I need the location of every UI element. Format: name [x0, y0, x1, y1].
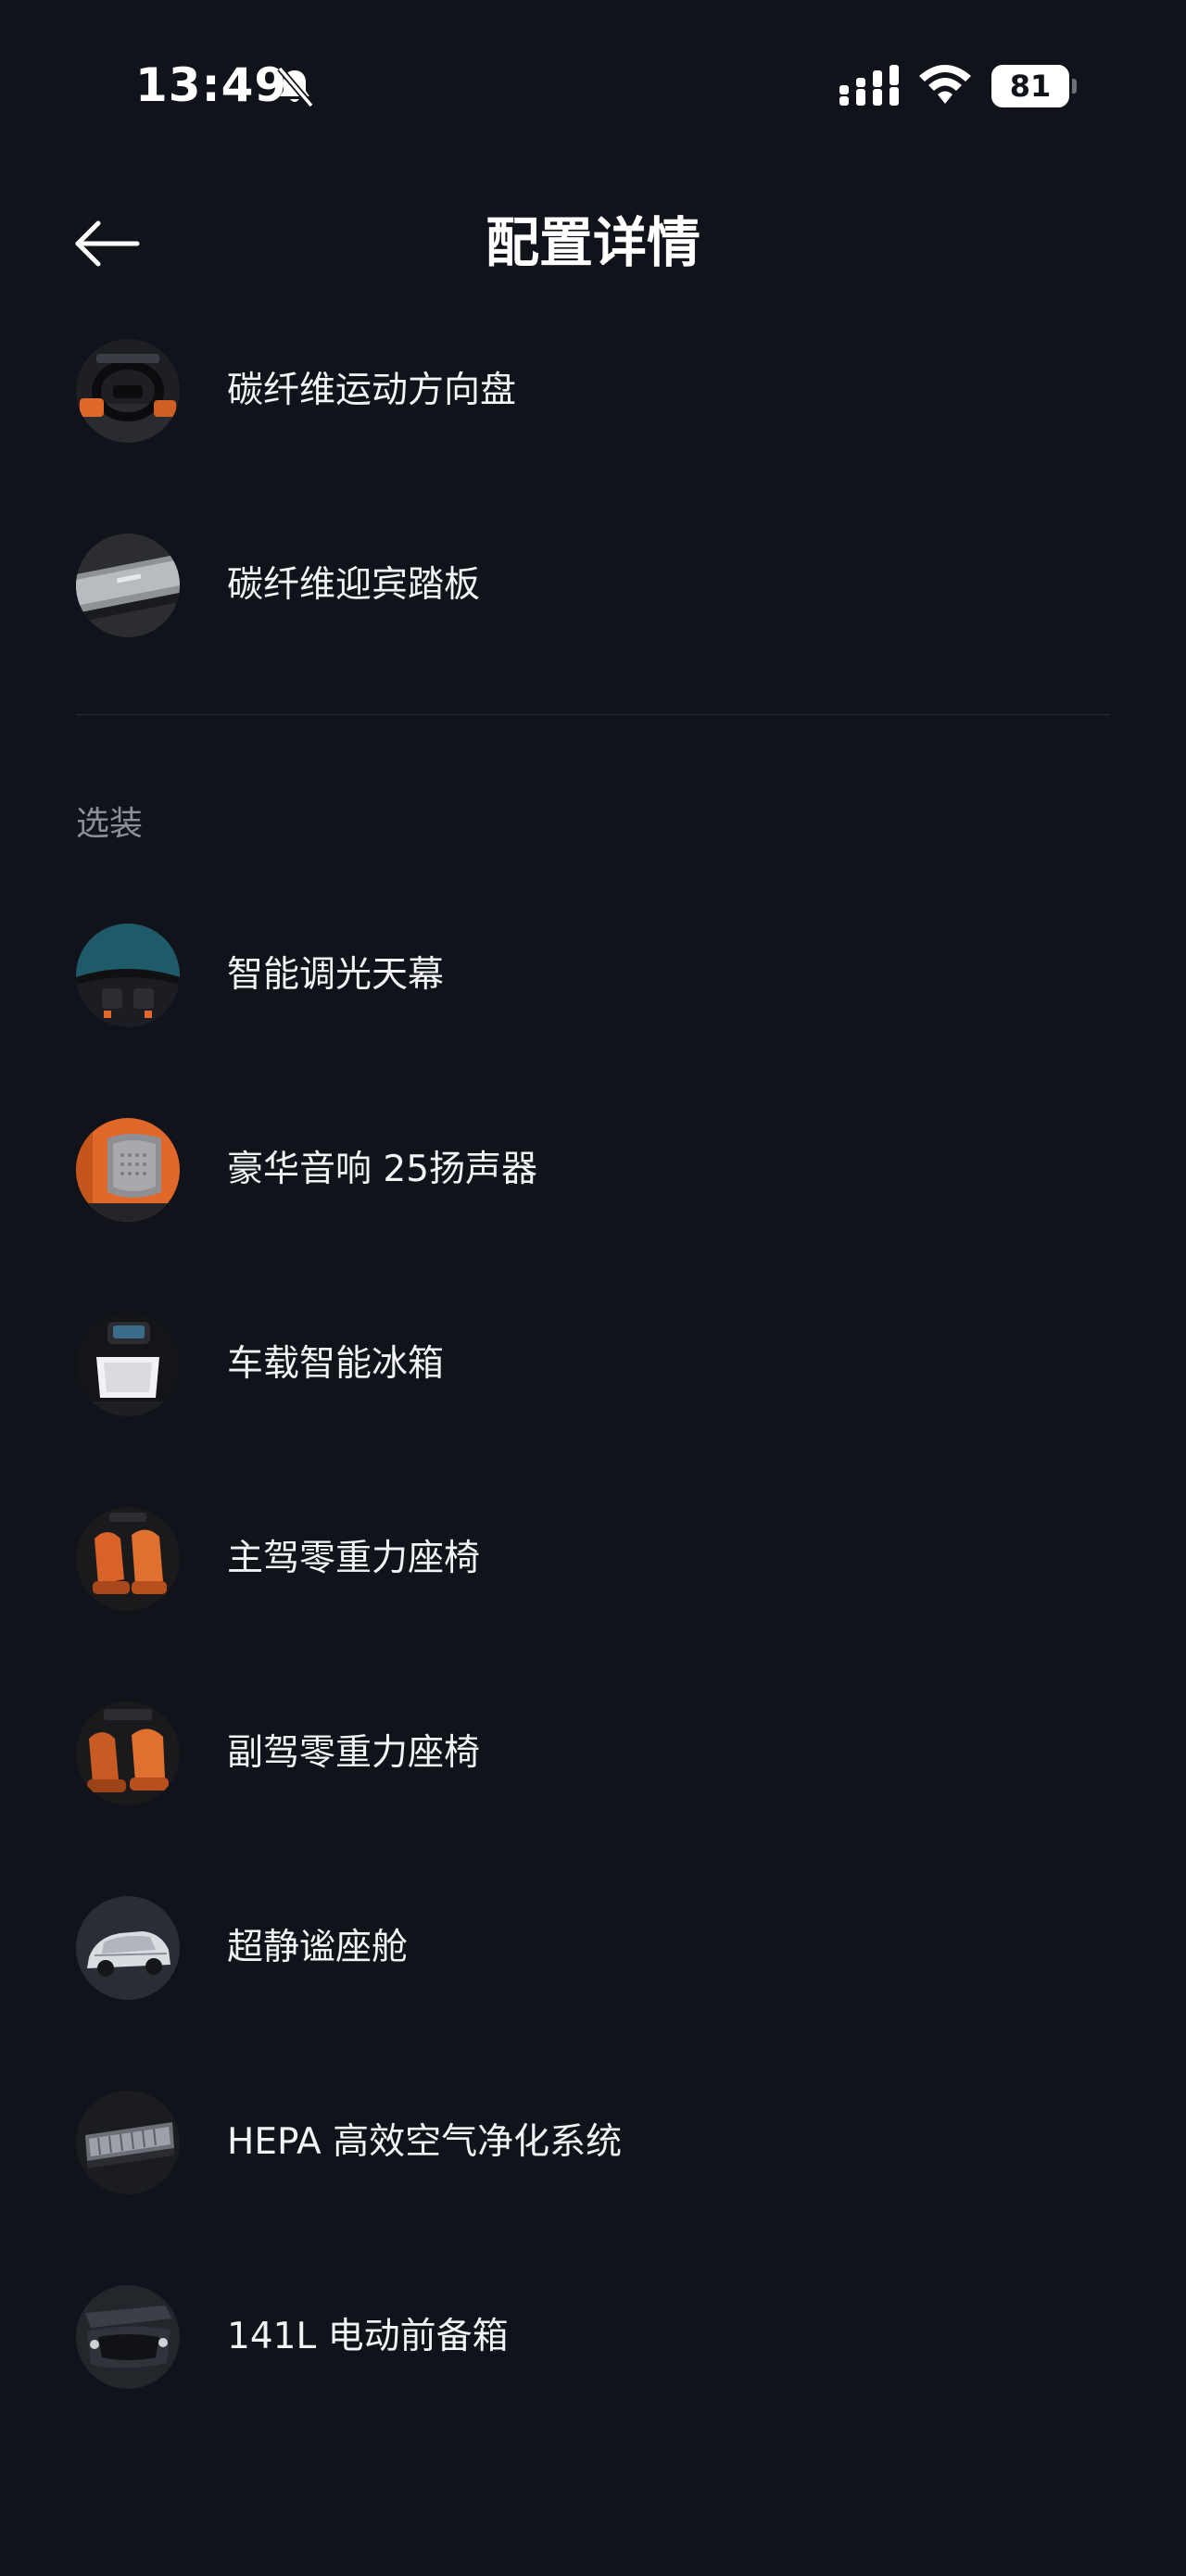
item-label: 智能调光天幕 — [227, 954, 445, 996]
item-label: 超静谧座舱 — [227, 1927, 409, 1968]
steering-wheel-thumbnail — [76, 339, 180, 443]
item-label: 副驾零重力座椅 — [227, 1732, 481, 1774]
page-title: 配置详情 — [485, 211, 700, 274]
list-item[interactable]: 副驾零重力座椅 — [0, 1670, 1186, 1837]
sunroof-thumbnail — [76, 924, 180, 1027]
battery-tip — [1072, 79, 1077, 94]
list-item[interactable]: 豪华音响 25扬声器 — [0, 1087, 1186, 1253]
list-item[interactable]: 超静谧座舱 — [0, 1865, 1186, 2031]
item-label: 碳纤维运动方向盘 — [227, 370, 517, 411]
air-filter-thumbnail — [76, 2091, 180, 2194]
fridge-thumbnail — [76, 1313, 180, 1416]
quiet-cabin-thumbnail — [76, 1896, 180, 2000]
nav-bar: 配置详情 — [0, 185, 1186, 306]
list-item[interactable]: 车载智能冰箱 — [0, 1281, 1186, 1448]
item-label: 碳纤维迎宾踏板 — [227, 564, 481, 606]
list-item[interactable]: 141L 电动前备箱 — [0, 2254, 1186, 2420]
driver-seat-thumbnail — [76, 1507, 180, 1611]
bell-off-icon — [277, 66, 314, 108]
battery-indicator: 81 — [991, 65, 1077, 107]
list-item[interactable]: HEPA 高效空气净化系统 — [0, 2059, 1186, 2226]
list-item[interactable]: 主驾零重力座椅 — [0, 1476, 1186, 1642]
item-label: 豪华音响 25扬声器 — [227, 1149, 538, 1190]
item-label: 主驾零重力座椅 — [227, 1538, 481, 1579]
section-divider — [76, 714, 1110, 715]
optional-section-title: 选装 — [76, 805, 144, 843]
door-sill-thumbnail — [76, 534, 180, 637]
battery-level: 81 — [1009, 69, 1052, 104]
signal-icon — [839, 65, 899, 106]
item-label: 141L 电动前备箱 — [227, 2316, 509, 2357]
list-item[interactable]: 智能调光天幕 — [0, 892, 1186, 1059]
passenger-seat-thumbnail — [76, 1702, 180, 1805]
list-item[interactable]: 碳纤维迎宾踏板 — [0, 502, 1186, 669]
item-label: HEPA 高效空气净化系统 — [227, 2121, 623, 2163]
item-label: 车载智能冰箱 — [227, 1343, 445, 1385]
list-item[interactable]: 碳纤维运动方向盘 — [0, 308, 1186, 474]
speaker-thumbnail — [76, 1118, 180, 1222]
status-time: 13:49 — [135, 58, 288, 112]
wifi-icon — [919, 65, 971, 104]
status-bar: 13:49 81 — [0, 0, 1186, 176]
front-trunk-thumbnail — [76, 2285, 180, 2389]
